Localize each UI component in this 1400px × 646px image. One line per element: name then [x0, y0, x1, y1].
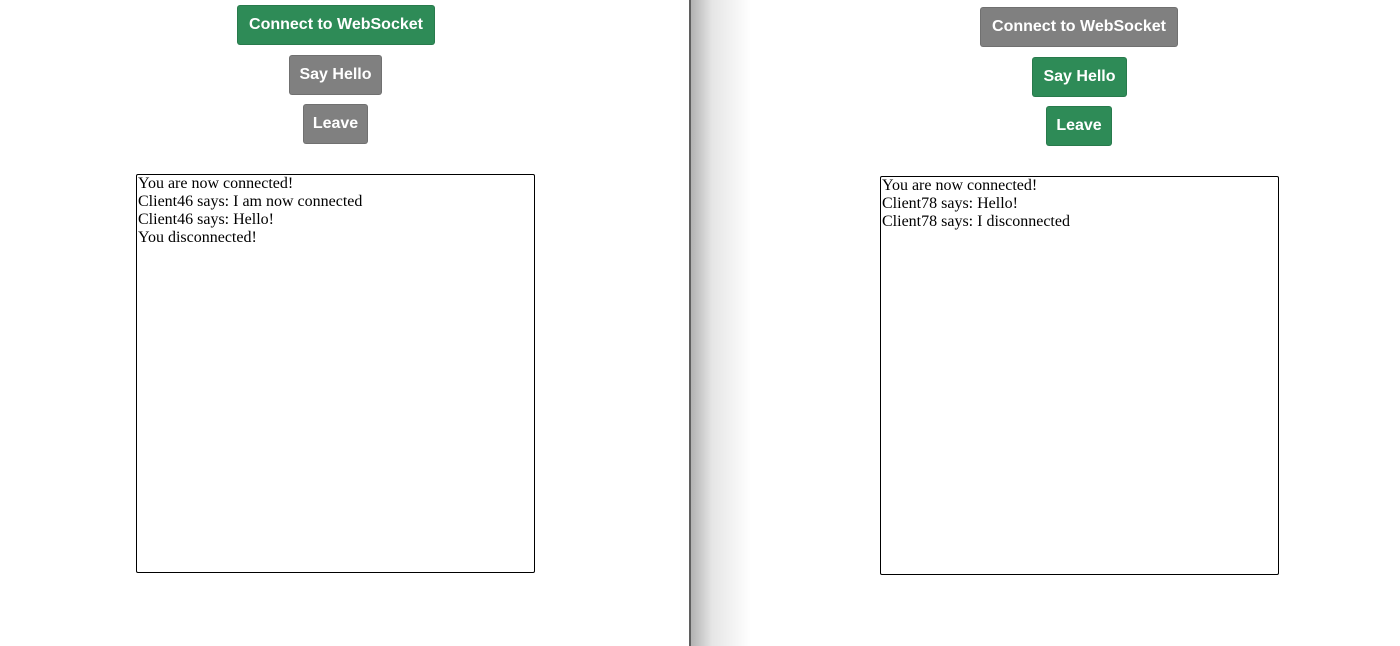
left-client-pane: Connect to WebSocket Say Hello Leave You…: [0, 0, 689, 646]
log-line: Client78 says: Hello!: [882, 195, 1018, 212]
split-view: Connect to WebSocket Say Hello Leave You…: [0, 0, 1400, 646]
log-line: You are now connected!: [882, 177, 1038, 194]
message-log[interactable]: You are now connected! Client46 says: I …: [136, 174, 535, 573]
leave-button[interactable]: Leave: [303, 104, 368, 144]
leave-button[interactable]: Leave: [1046, 106, 1112, 146]
right-client-pane: Connect to WebSocket Say Hello Leave You…: [691, 0, 1400, 646]
connect-websocket-button[interactable]: Connect to WebSocket: [980, 7, 1178, 47]
connect-websocket-button[interactable]: Connect to WebSocket: [237, 5, 435, 45]
log-line: You disconnected!: [138, 229, 257, 246]
message-log[interactable]: You are now connected! Client78 says: He…: [880, 176, 1279, 575]
log-line: You are now connected!: [138, 175, 294, 192]
say-hello-button[interactable]: Say Hello: [1032, 57, 1127, 97]
log-line: Client46 says: I am now connected: [138, 193, 363, 210]
say-hello-button[interactable]: Say Hello: [289, 55, 382, 95]
log-line: Client78 says: I disconnected: [882, 213, 1070, 230]
log-line: Client46 says: Hello!: [138, 211, 274, 228]
